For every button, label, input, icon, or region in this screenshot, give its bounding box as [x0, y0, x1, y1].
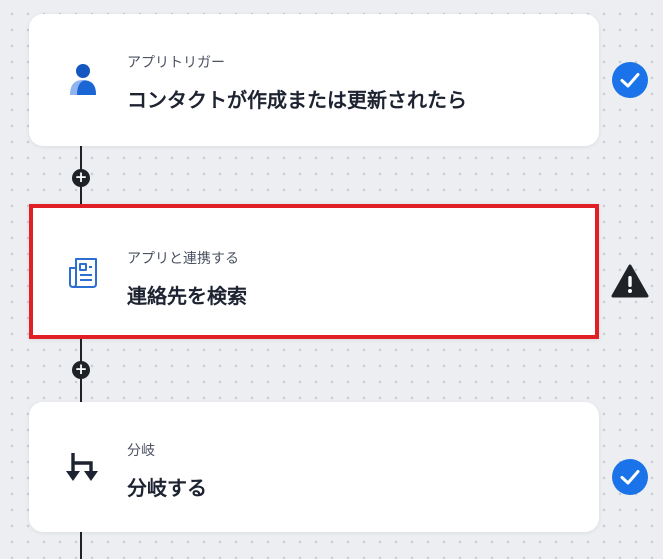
branch-arrows-icon: [66, 453, 98, 481]
step-type-label: 分岐: [127, 443, 155, 459]
flow-connector: [80, 530, 82, 559]
check-icon: [612, 459, 648, 495]
document-list-icon: [69, 257, 97, 288]
step-title: 連絡先を検索: [127, 284, 247, 308]
step-title: 分岐する: [127, 476, 207, 500]
step-type-label: アプリトリガー: [127, 55, 225, 71]
flow-step-branch[interactable]: 分岐 分岐する: [29, 402, 599, 532]
add-step-button[interactable]: +: [72, 169, 90, 187]
contact-person-icon: [70, 64, 96, 95]
step-type-label: アプリと連携する: [127, 251, 239, 267]
step-title: コンタクトが作成または更新されたら: [127, 88, 467, 112]
flow-step-search-contact[interactable]: アプリと連携する 連絡先を検索: [29, 204, 599, 339]
check-icon: [612, 62, 648, 98]
flow-step-trigger[interactable]: アプリトリガー コンタクトが作成または更新されたら: [29, 14, 599, 146]
add-step-button[interactable]: +: [72, 361, 90, 379]
warning-icon: [611, 264, 649, 298]
